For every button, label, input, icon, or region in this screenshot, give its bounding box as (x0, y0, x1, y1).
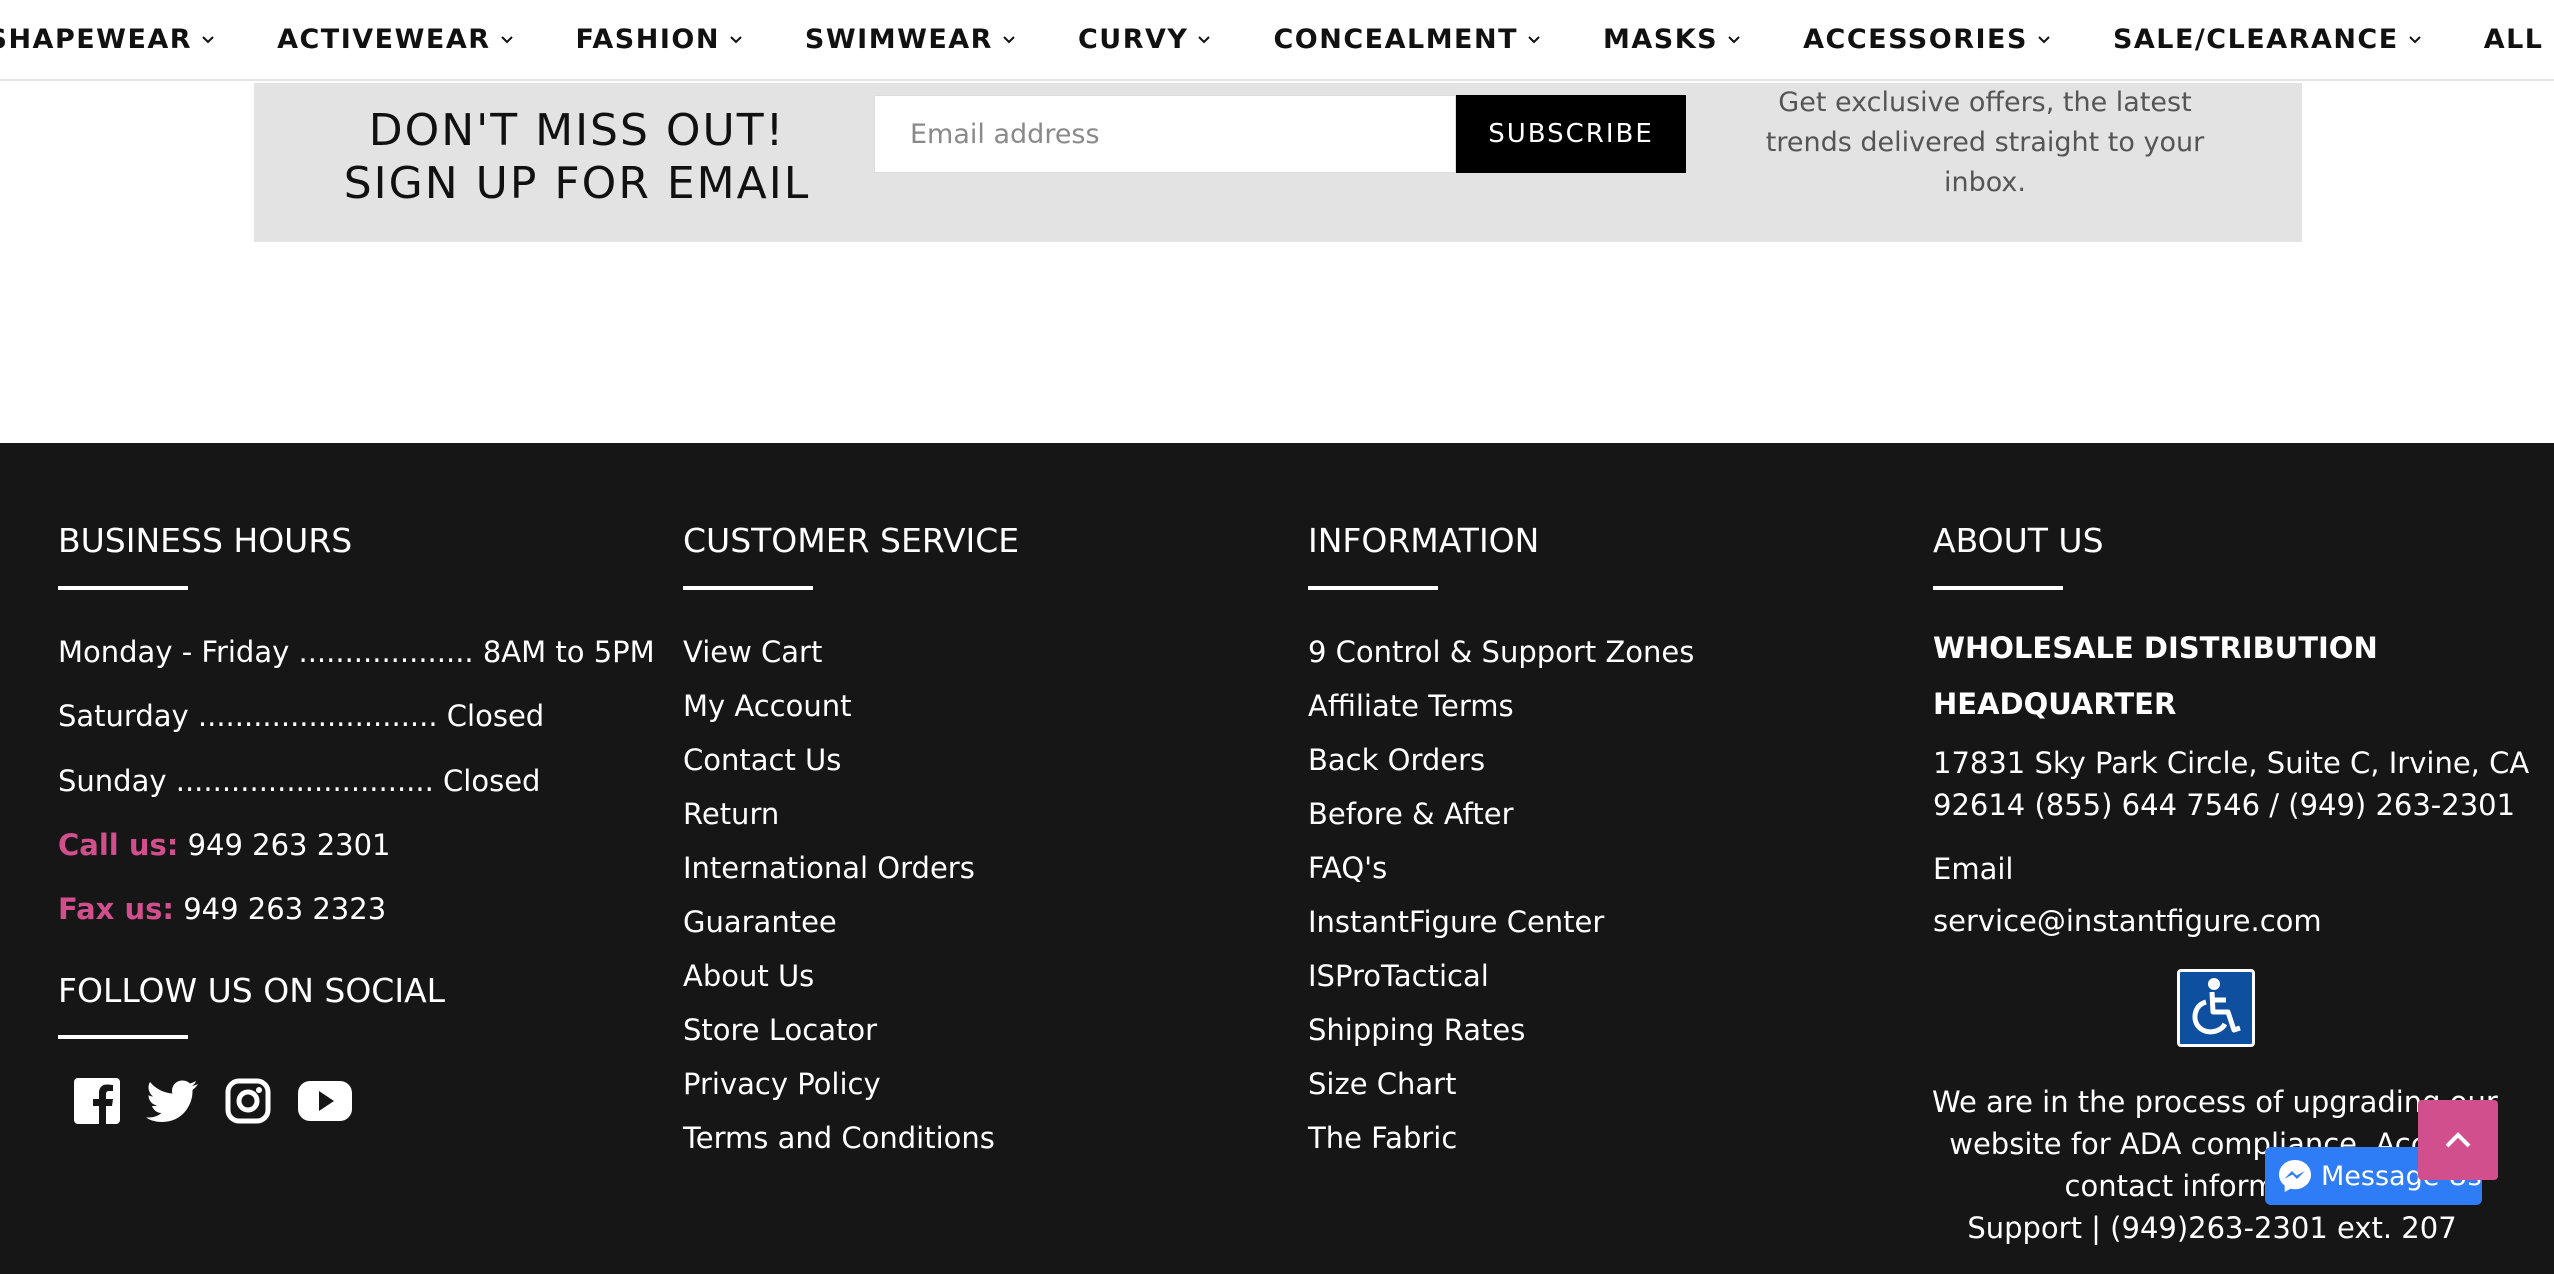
chevron-down-icon (202, 35, 214, 43)
customer-service-title: CUSTOMER SERVICE (683, 521, 1020, 560)
fax-number: 949 263 2323 (183, 892, 387, 926)
footer-link-before-after[interactable]: Before & After (1308, 797, 1514, 831)
footer-link-return[interactable]: Return (683, 797, 779, 831)
footer-link-store-locator[interactable]: Store Locator (683, 1013, 877, 1047)
nav-label: CURVY (1077, 24, 1189, 55)
nav-label: SALE/CLEARANCE (2112, 24, 2399, 55)
nav-item-concealment[interactable]: CONCEALMENT (1273, 24, 1541, 55)
nav-item-masks[interactable]: MASKS (1603, 24, 1741, 55)
footer-link-my-account[interactable]: My Account (683, 689, 852, 723)
footer-link-contact-us[interactable]: Contact Us (683, 743, 841, 777)
footer-link-isprotactical[interactable]: ISProTactical (1308, 959, 1489, 993)
ada-notice-line: We are in the process of upgrading our (1932, 1085, 2498, 1119)
title-underline (58, 1035, 188, 1039)
email-link[interactable]: service@instantfigure.com (1933, 904, 2322, 938)
accessibility-icon[interactable] (2177, 969, 2255, 1047)
footer-link-shipping-rates[interactable]: Shipping Rates (1308, 1013, 1525, 1047)
title-underline (683, 586, 813, 590)
subscribe-button[interactable]: SUBSCRIBE (1456, 95, 1686, 173)
footer-link-instantfigure-center[interactable]: InstantFigure Center (1308, 905, 1604, 939)
nav-label: ACTIVEWEAR (277, 24, 491, 55)
about-us-title: ABOUT US (1933, 521, 2104, 560)
newsletter-blurb-line: Get exclusive offers, the latest (1778, 87, 2192, 118)
chevron-down-icon (730, 35, 742, 43)
newsletter-blurb-line: inbox. (1943, 167, 2026, 198)
call-number[interactable]: 949 263 2301 (188, 828, 391, 862)
title-underline (1933, 586, 2063, 590)
nav-item-all[interactable]: ALL (2484, 24, 2554, 55)
site-footer: BUSINESS HOURS Monday - Friday .........… (0, 443, 2554, 1274)
social-links (72, 1076, 354, 1126)
nav-item-swimwear[interactable]: SWIMWEAR (805, 24, 1016, 55)
hours-saturday: Saturday .......................... Clos… (58, 699, 545, 733)
chevron-down-icon (2408, 35, 2421, 43)
chevron-down-icon (1198, 35, 1211, 43)
nav-label: SHAPEWEAR (0, 24, 193, 55)
email-field[interactable] (874, 95, 1456, 173)
twitter-icon[interactable] (146, 1076, 200, 1126)
address-line2: 92614 (855) 644 7546 / (949) 263-2301 (1933, 788, 2516, 822)
title-underline (58, 586, 188, 590)
nav-label: FASHION (575, 24, 720, 55)
ada-notice-line: Support | (949)263-2301 ext. 207 (1967, 1211, 2457, 1245)
email-label: Email (1933, 852, 2014, 886)
top-navigation: SHAPEWEAR ACTIVEWEAR FASHION SWIMWEAR CU… (0, 0, 2554, 81)
instagram-icon[interactable] (224, 1077, 272, 1125)
chevron-down-icon (2038, 35, 2050, 43)
call-label: Call us: (58, 828, 179, 862)
footer-link-faqs[interactable]: FAQ's (1308, 851, 1387, 885)
nav-item-accessories[interactable]: ACCESSORIES (1803, 24, 2051, 55)
nav-item-activewear[interactable]: ACTIVEWEAR (277, 24, 513, 55)
newsletter-heading-line1: DON'T MISS OUT! (368, 105, 786, 156)
footer-link-view-cart[interactable]: View Cart (683, 635, 822, 669)
address-line1: 17831 Sky Park Circle, Suite C, Irvine, … (1933, 746, 2530, 780)
chevron-down-icon (1728, 35, 1740, 43)
nav-item-sale-clearance[interactable]: SALE/CLEARANCE (2113, 24, 2422, 55)
chevron-down-icon (1528, 35, 1540, 43)
newsletter-blurb: Get exclusive offers, the latest trends … (1740, 83, 2230, 203)
nav-label: ACCESSORIES (1803, 24, 2028, 55)
chevron-up-icon (2445, 1132, 2471, 1148)
messenger-icon (2279, 1160, 2311, 1192)
wheelchair-icon (2192, 978, 2241, 1035)
fax-label: Fax us: (58, 892, 174, 926)
nav-item-curvy[interactable]: CURVY (1078, 24, 1211, 55)
footer-link-size-chart[interactable]: Size Chart (1308, 1067, 1456, 1101)
newsletter-heading-line2: SIGN UP FOR EMAIL (343, 158, 811, 209)
hours-sunday: Sunday ............................ Clos… (58, 764, 541, 798)
footer-link-control-zones[interactable]: 9 Control & Support Zones (1308, 635, 1694, 669)
phone-line: Call us: 949 263 2301 (58, 828, 391, 862)
facebook-icon[interactable] (72, 1076, 122, 1126)
fax-line: Fax us: 949 263 2323 (58, 892, 386, 926)
nav-item-fashion[interactable]: FASHION (576, 24, 743, 55)
title-underline (1308, 586, 1438, 590)
chevron-down-icon (500, 35, 513, 43)
nav-label: MASKS (1603, 24, 1719, 55)
nav-label: CONCEALMENT (1273, 24, 1519, 55)
business-hours-title: BUSINESS HOURS (58, 521, 353, 560)
footer-link-back-orders[interactable]: Back Orders (1308, 743, 1485, 777)
footer-link-affiliate-terms[interactable]: Affiliate Terms (1308, 689, 1514, 723)
footer-link-guarantee[interactable]: Guarantee (683, 905, 837, 939)
hours-weekday: Monday - Friday ................... 8AM … (58, 635, 655, 669)
footer-link-privacy-policy[interactable]: Privacy Policy (683, 1067, 881, 1101)
footer-link-international-orders[interactable]: International Orders (683, 851, 975, 885)
nav-label: ALL (2483, 24, 2544, 55)
footer-link-about-us[interactable]: About Us (683, 959, 814, 993)
social-title: FOLLOW US ON SOCIAL (58, 971, 446, 1010)
chevron-down-icon (1003, 35, 1015, 43)
youtube-icon[interactable] (296, 1078, 354, 1124)
footer-link-the-fabric[interactable]: The Fabric (1308, 1121, 1457, 1155)
newsletter-signup: DON'T MISS OUT! SIGN UP FOR EMAIL SUBSCR… (254, 83, 2302, 242)
hq-heading-line1: WHOLESALE DISTRIBUTION (1933, 631, 2378, 665)
back-to-top-button[interactable] (2418, 1100, 2498, 1180)
hq-heading-line2: HEADQUARTER (1933, 687, 2177, 721)
information-title: INFORMATION (1308, 521, 1540, 560)
newsletter-blurb-line: trends delivered straight to your (1765, 127, 2205, 158)
nav-label: SWIMWEAR (804, 24, 993, 55)
footer-link-terms[interactable]: Terms and Conditions (683, 1121, 995, 1155)
nav-item-shapewear[interactable]: SHAPEWEAR (0, 24, 215, 55)
